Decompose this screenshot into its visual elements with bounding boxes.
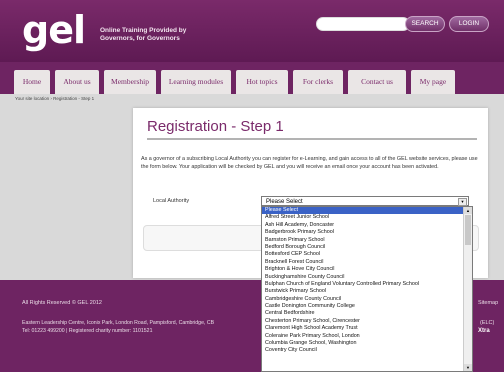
breadcrumb: Your site location › Registration - Step… — [15, 96, 95, 101]
dropdown-option[interactable]: Castle Donington Community College — [262, 303, 472, 310]
search-button[interactable]: SEARCH — [405, 16, 445, 32]
footer-address: Eastern Leadership Centre, Iconix Park, … — [22, 320, 215, 326]
dropdown-option[interactable]: Central Bedfordshire — [262, 310, 472, 317]
local-authority-dropdown-list[interactable]: Please Select Alfred Street Junior School… — [261, 206, 473, 372]
title-divider — [147, 138, 477, 140]
dropdown-option[interactable]: Columbia Grange School, Washington — [262, 340, 472, 347]
main-nav: Home About us Membership Learning module… — [0, 62, 504, 94]
dropdown-option[interactable]: Badgerbrook Primary School — [262, 229, 472, 236]
dropdown-option[interactable]: Please Select — [262, 207, 472, 215]
footer-contact: Tel: 01223 499200 | Registered charity n… — [22, 328, 153, 334]
gel-logo[interactable]: gel — [22, 8, 86, 52]
local-authority-label: Local Authority — [153, 198, 190, 204]
tab-home[interactable]: Home — [14, 70, 50, 94]
dropdown-option[interactable]: Bulphan Church of England Voluntary Cont… — [262, 281, 472, 288]
tab-contact-us[interactable]: Contact us — [348, 70, 406, 94]
select-value: Please Select — [266, 199, 303, 205]
page-title: Registration - Step 1 — [147, 118, 284, 135]
tab-for-clerks[interactable]: For clerks — [293, 70, 343, 94]
dropdown-option[interactable]: Chesterton Primary School, Cirencester — [262, 318, 472, 325]
login-button[interactable]: LOGIN — [449, 16, 489, 32]
tab-about-us[interactable]: About us — [55, 70, 99, 94]
search-input[interactable] — [316, 17, 410, 31]
dropdown-option[interactable]: Brighton & Hove City Council — [262, 266, 472, 273]
tagline-line-2: Governors, for Governors — [100, 35, 180, 42]
tab-membership[interactable]: Membership — [104, 70, 156, 94]
dropdown-option[interactable]: Claremont High School Academy Trust — [262, 325, 472, 332]
sitemap-link[interactable]: Sitemap — [478, 300, 498, 306]
dropdown-option[interactable]: Ash Hill Academy, Doncaster — [262, 222, 472, 229]
chevron-down-icon[interactable]: ▼ — [458, 198, 467, 206]
dropdown-option[interactable]: Alfred Street Junior School — [262, 214, 472, 221]
dropdown-option[interactable]: Bedford Borough Council — [262, 244, 472, 251]
dropdown-option[interactable]: Barnston Primary School — [262, 237, 472, 244]
scroll-down-icon[interactable]: ▼ — [464, 364, 472, 371]
elc-text: (ELC) — [480, 320, 495, 326]
dropdown-options: Please Select Alfred Street Junior School… — [262, 207, 472, 355]
scroll-up-icon[interactable]: ▲ — [464, 207, 472, 214]
intro-text: As a governor of a subscribing Local Aut… — [141, 156, 478, 170]
footer-copyright: All Rights Reserved © GEL 2012 — [22, 300, 102, 306]
header: gel Online Training Provided by Governor… — [0, 0, 504, 62]
tab-hot-topics[interactable]: Hot topics — [236, 70, 288, 94]
dropdown-option[interactable]: Cambridgeshire County Council — [262, 296, 472, 303]
xtra-logo: Xtra — [478, 328, 490, 334]
dropdown-option[interactable]: Bottesford CEP School — [262, 251, 472, 258]
dropdown-option[interactable]: Buckinghamshire County Council — [262, 274, 472, 281]
dropdown-scrollbar[interactable]: ▲ ▼ — [463, 207, 472, 371]
local-authority-select[interactable]: Please Select ▼ — [261, 196, 469, 206]
tab-my-page[interactable]: My page — [411, 70, 455, 94]
dropdown-option[interactable]: Coleraine Park Primary School, London — [262, 333, 472, 340]
scrollbar-thumb[interactable] — [465, 215, 471, 245]
dropdown-option[interactable]: Coventry City Council — [262, 347, 472, 354]
dropdown-option[interactable]: Bracknell Forest Council — [262, 259, 472, 266]
tagline: Online Training Provided by Governors, f… — [100, 27, 186, 43]
tagline-line-1: Online Training Provided by — [100, 27, 187, 34]
dropdown-option[interactable]: Burstwick Primary School — [262, 288, 472, 295]
tab-learning-modules[interactable]: Learning modules — [161, 70, 231, 94]
